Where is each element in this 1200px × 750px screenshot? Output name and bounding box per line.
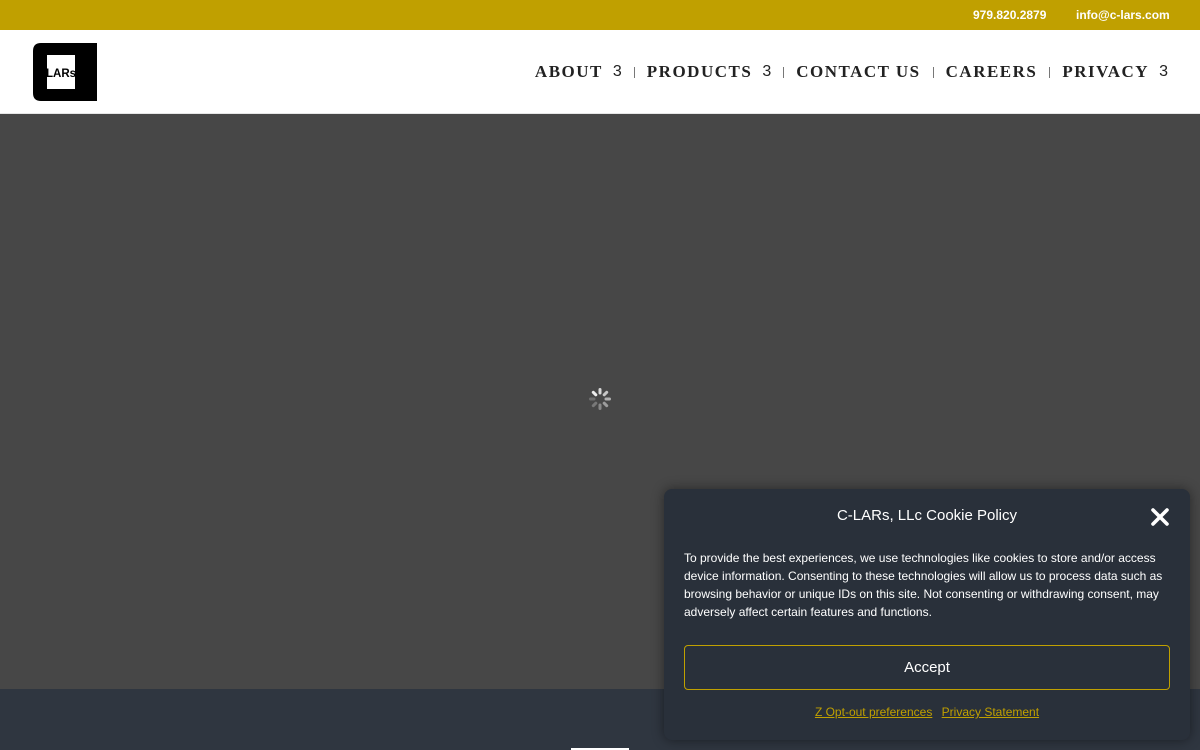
top-bar: 979.820.2879 info@c-lars.com: [0, 0, 1200, 30]
dropdown-icon: 3: [612, 63, 622, 80]
cookie-banner-title: C-LARs, LLc Cookie Policy: [836, 507, 1018, 524]
nav-divider: [1049, 66, 1051, 78]
close-icon[interactable]: [1148, 505, 1172, 529]
nav-contact-us[interactable]: CONTACT US: [796, 62, 920, 82]
nav-products-label: PRODUCTS: [646, 62, 753, 81]
nav-divider: [783, 66, 785, 78]
email-link[interactable]: info@c-lars.com: [1076, 8, 1170, 22]
nav-privacy-label: PRIVACY: [1062, 62, 1150, 81]
nav-contact-us-label: CONTACT US: [796, 62, 921, 81]
dropdown-icon: 3: [1159, 63, 1168, 80]
opt-out-preferences-link[interactable]: Z Opt-out preferences: [815, 705, 932, 719]
logo-text: LARs: [46, 68, 76, 80]
dropdown-icon: 3: [762, 63, 772, 80]
nav-products[interactable]: PRODUCTS 3: [647, 62, 771, 82]
nav-careers[interactable]: CAREERS: [946, 62, 1038, 82]
nav-careers-label: CAREERS: [945, 62, 1038, 81]
accept-button[interactable]: Accept: [684, 645, 1170, 690]
cookie-banner: C-LARs, LLc Cookie Policy To provide the…: [664, 489, 1190, 740]
privacy-statement-link[interactable]: Privacy Statement: [942, 705, 1039, 719]
cookie-links: Z Opt-out preferences Privacy Statement: [664, 705, 1190, 719]
nav-about[interactable]: ABOUT 3: [535, 62, 622, 82]
cookie-message: To provide the best experiences, we use …: [684, 551, 1163, 619]
nav-divider: [932, 66, 934, 78]
nav-divider: [633, 66, 635, 78]
site-header: LARs ABOUT 3 PRODUCTS 3 CONTACT US CAREE…: [0, 30, 1200, 114]
company-logo[interactable]: LARs: [33, 43, 97, 101]
phone-link[interactable]: 979.820.2879: [973, 8, 1046, 22]
nav-privacy[interactable]: PRIVACY 3: [1062, 62, 1168, 82]
spinner-icon: [589, 388, 611, 410]
main-nav: ABOUT 3 PRODUCTS 3 CONTACT US CAREERS PR…: [535, 30, 1168, 114]
nav-about-label: ABOUT: [534, 62, 603, 81]
